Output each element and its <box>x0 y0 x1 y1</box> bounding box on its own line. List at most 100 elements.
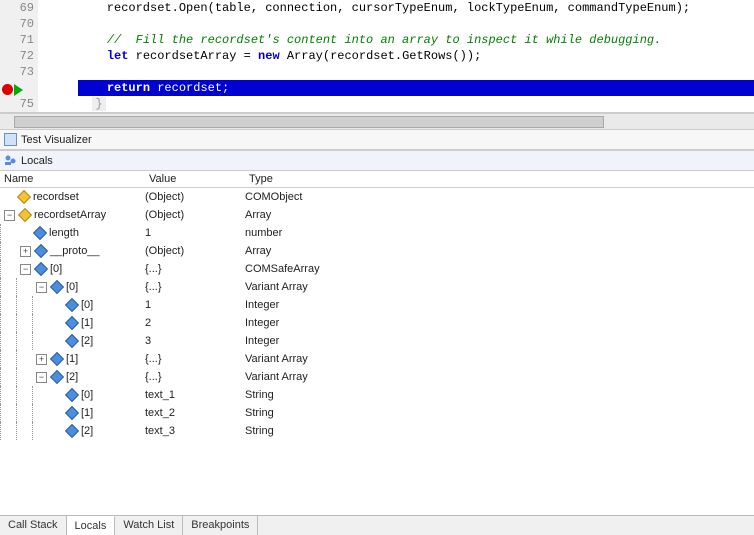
locals-icon <box>4 154 17 167</box>
node-value: (Object) <box>145 242 245 260</box>
column-type[interactable]: Type <box>245 171 754 187</box>
tree-row[interactable]: length1number <box>0 224 754 242</box>
gutter-line: 69 <box>0 0 34 16</box>
node-type: String <box>245 422 754 440</box>
code-line[interactable]: return recordset; <box>78 80 754 96</box>
tab-call-stack[interactable]: Call Stack <box>0 516 67 535</box>
line-gutter: 697071727375 <box>0 0 38 112</box>
tree-cell-name: [2] <box>0 332 145 350</box>
node-type: Array <box>245 242 754 260</box>
node-name: [1] <box>81 404 93 422</box>
collapse-icon[interactable]: − <box>4 210 15 221</box>
node-value: text_3 <box>145 422 245 440</box>
current-line-icon <box>14 84 23 96</box>
property-icon <box>33 226 47 240</box>
tree-cell-name: [1] <box>0 404 145 422</box>
node-value: {...} <box>145 350 245 368</box>
node-type: Variant Array <box>245 350 754 368</box>
node-value: text_2 <box>145 404 245 422</box>
code-line[interactable]: // Fill the recordset's content into an … <box>78 32 754 48</box>
property-icon <box>34 262 48 276</box>
tree-row[interactable]: −[2]{...}Variant Array <box>0 368 754 386</box>
node-value: 1 <box>145 224 245 242</box>
horizontal-scrollbar[interactable] <box>0 113 754 129</box>
tab-breakpoints[interactable]: Breakpoints <box>183 516 258 535</box>
panel-title-label: Locals <box>21 155 53 167</box>
node-type: Integer <box>245 296 754 314</box>
node-type: Integer <box>245 314 754 332</box>
expand-icon[interactable]: + <box>36 354 47 365</box>
node-value: (Object) <box>145 188 245 206</box>
tree-cell-name: −[0] <box>0 260 145 278</box>
node-name: __proto__ <box>50 242 100 260</box>
panel-locals[interactable]: Locals <box>0 150 754 171</box>
collapse-icon[interactable]: − <box>36 372 47 383</box>
code-line[interactable] <box>78 16 754 32</box>
tree-cell-name: + [1] <box>0 350 145 368</box>
collapse-icon[interactable]: − <box>36 282 47 293</box>
tree-cell-name: recordset <box>0 188 145 206</box>
code-line[interactable] <box>78 64 754 80</box>
node-name: [0] <box>66 278 78 296</box>
tree-row[interactable]: [0]1Integer <box>0 296 754 314</box>
node-value: 1 <box>145 296 245 314</box>
tree-row[interactable]: −recordsetArray(Object)Array <box>0 206 754 224</box>
property-icon <box>65 406 79 420</box>
tree-row[interactable]: [2] text_3String <box>0 422 754 440</box>
gutter-line: 70 <box>0 16 34 32</box>
node-name: [1] <box>66 350 78 368</box>
panel-title-label: Test Visualizer <box>21 134 92 146</box>
node-name: [2] <box>81 422 93 440</box>
panel-test-visualizer[interactable]: Test Visualizer <box>0 129 754 150</box>
tree-row[interactable]: [2]3Integer <box>0 332 754 350</box>
node-name: recordsetArray <box>34 206 106 224</box>
property-icon <box>50 280 64 294</box>
gutter-line: 72 <box>0 48 34 64</box>
column-value[interactable]: Value <box>145 171 245 187</box>
collapse-icon[interactable]: − <box>20 264 31 275</box>
node-value: 2 <box>145 314 245 332</box>
node-type: number <box>245 224 754 242</box>
tree-row[interactable]: [0]text_1String <box>0 386 754 404</box>
tree-row[interactable]: recordset(Object)COMObject <box>0 188 754 206</box>
node-type: String <box>245 404 754 422</box>
code-line[interactable]: } <box>78 96 754 112</box>
expand-icon[interactable]: + <box>20 246 31 257</box>
gutter-line: 75 <box>0 96 34 112</box>
tree-cell-name: [0] <box>0 386 145 404</box>
column-name[interactable]: Name <box>0 171 145 187</box>
breakpoint-icon <box>2 84 13 95</box>
tree-row[interactable]: + [1] {...}Variant Array <box>0 350 754 368</box>
tree-row[interactable]: −[0]{...}Variant Array <box>0 278 754 296</box>
code-line[interactable]: let recordsetArray = new Array(recordset… <box>78 48 754 64</box>
property-icon <box>50 370 64 384</box>
node-name: [1] <box>81 314 93 332</box>
code-line[interactable]: recordset.Open(table, connection, cursor… <box>78 0 754 16</box>
visualizer-icon <box>4 133 17 146</box>
code-body[interactable]: recordset.Open(table, connection, cursor… <box>38 0 754 112</box>
object-icon <box>18 208 32 222</box>
tree-row[interactable]: [1] text_2String <box>0 404 754 422</box>
node-value: 3 <box>145 332 245 350</box>
node-value: (Object) <box>145 206 245 224</box>
property-icon <box>65 334 79 348</box>
tree-cell-name: length <box>0 224 145 242</box>
tab-locals[interactable]: Locals <box>67 516 116 535</box>
tab-watch-list[interactable]: Watch List <box>115 516 183 535</box>
locals-tree: recordset(Object)COMObject−recordsetArra… <box>0 188 754 440</box>
node-value: {...} <box>145 368 245 386</box>
property-icon <box>65 298 79 312</box>
scrollbar-thumb[interactable] <box>14 116 604 128</box>
tree-row[interactable]: + __proto__ (Object)Array <box>0 242 754 260</box>
code-editor: 697071727375 recordset.Open(table, conne… <box>0 0 754 113</box>
tree-row[interactable]: −[0]{...}COMSafeArray <box>0 260 754 278</box>
tree-cell-name: [2] <box>0 422 145 440</box>
node-type: String <box>245 386 754 404</box>
property-icon <box>50 352 64 366</box>
node-type: Integer <box>245 332 754 350</box>
tree-cell-name: + __proto__ <box>0 242 145 260</box>
tree-row[interactable]: [1] 2Integer <box>0 314 754 332</box>
bottom-tabstrip: Call StackLocalsWatch ListBreakpoints <box>0 515 754 535</box>
gutter-line: 71 <box>0 32 34 48</box>
node-value: {...} <box>145 278 245 296</box>
